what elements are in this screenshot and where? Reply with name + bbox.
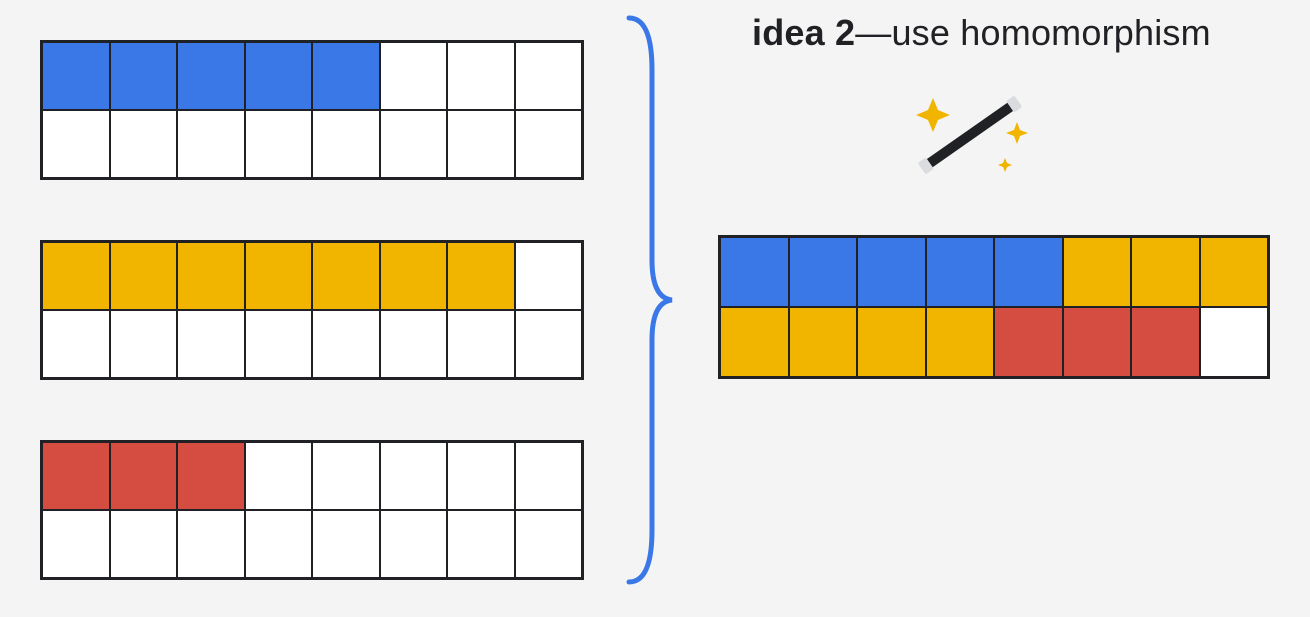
- grid-cell: [447, 510, 515, 578]
- grid-cell: [177, 110, 245, 178]
- grid-cell: [515, 42, 583, 110]
- grid-cell: [380, 42, 448, 110]
- diagram-stage: idea 2—use homomorphism: [0, 0, 1310, 617]
- grid-cell: [720, 307, 789, 377]
- grid-output-merged: [718, 235, 1270, 379]
- grid-cell: [1063, 307, 1132, 377]
- grid-cell: [515, 242, 583, 310]
- grid-cell: [245, 442, 313, 510]
- grid-cell: [447, 42, 515, 110]
- grid-cell: [857, 307, 926, 377]
- grid-cell: [177, 242, 245, 310]
- grid-cell: [789, 307, 858, 377]
- title-bold: idea 2: [752, 12, 855, 53]
- title-rest: —use homomorphism: [855, 12, 1211, 53]
- grid-input-yellow: [40, 240, 584, 380]
- grid-cell: [245, 110, 313, 178]
- grid-cell: [245, 42, 313, 110]
- grid-cell: [312, 42, 380, 110]
- grid-cell: [720, 237, 789, 307]
- grid-cell: [42, 110, 110, 178]
- grid-cell: [110, 110, 178, 178]
- grid-cell: [515, 110, 583, 178]
- grid-cell: [926, 237, 995, 307]
- grid-cell: [110, 42, 178, 110]
- grid-cell: [380, 110, 448, 178]
- grid-cell: [926, 307, 995, 377]
- grid-cell: [245, 510, 313, 578]
- grid-cell: [1200, 307, 1269, 377]
- grid-cell: [312, 242, 380, 310]
- grid-cell: [312, 310, 380, 378]
- curly-brace: [614, 10, 674, 590]
- grid-cell: [177, 310, 245, 378]
- grid-cell: [380, 442, 448, 510]
- grid-cell: [447, 242, 515, 310]
- grid-cell: [110, 510, 178, 578]
- grid-cell: [42, 242, 110, 310]
- grid-cell: [245, 310, 313, 378]
- grid-cell: [177, 442, 245, 510]
- grid-cell: [42, 42, 110, 110]
- grid-cell: [447, 442, 515, 510]
- grid-cell: [177, 510, 245, 578]
- grid-cell: [515, 442, 583, 510]
- grid-cell: [789, 237, 858, 307]
- grid-cell: [1200, 237, 1269, 307]
- grid-cell: [380, 242, 448, 310]
- grid-cell: [994, 237, 1063, 307]
- grid-cell: [447, 310, 515, 378]
- grid-cell: [110, 310, 178, 378]
- grid-cell: [312, 110, 380, 178]
- grid-cell: [515, 510, 583, 578]
- grid-cell: [110, 442, 178, 510]
- grid-cell: [1063, 237, 1132, 307]
- grid-input-red: [40, 440, 584, 580]
- grid-input-blue: [40, 40, 584, 180]
- grid-cell: [380, 510, 448, 578]
- grid-cell: [1131, 307, 1200, 377]
- grid-cell: [245, 242, 313, 310]
- grid-cell: [994, 307, 1063, 377]
- slide-title: idea 2—use homomorphism: [752, 12, 1211, 54]
- grid-cell: [312, 510, 380, 578]
- grid-cell: [177, 42, 245, 110]
- grid-cell: [312, 442, 380, 510]
- magic-wand-icon: [905, 80, 1035, 190]
- grid-cell: [42, 310, 110, 378]
- grid-cell: [857, 237, 926, 307]
- grid-cell: [1131, 237, 1200, 307]
- grid-cell: [380, 310, 448, 378]
- grid-cell: [42, 442, 110, 510]
- grid-cell: [110, 242, 178, 310]
- grid-cell: [42, 510, 110, 578]
- grid-cell: [447, 110, 515, 178]
- grid-cell: [515, 310, 583, 378]
